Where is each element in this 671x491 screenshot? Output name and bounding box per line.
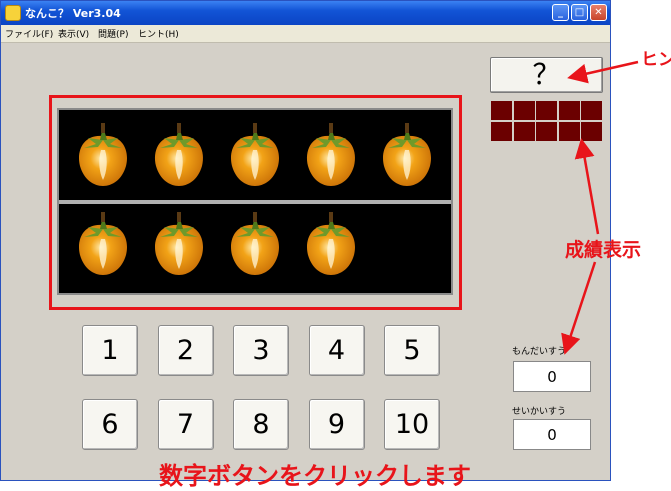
hint-arrow	[567, 60, 639, 84]
number-button-annotation: 数字ボタンをクリックします	[159, 462, 471, 490]
score-annotation: 成績表示	[565, 239, 642, 261]
stats-arrow	[561, 261, 597, 355]
score-arrow	[574, 138, 600, 235]
hint-annotation: ヒント	[641, 50, 671, 70]
